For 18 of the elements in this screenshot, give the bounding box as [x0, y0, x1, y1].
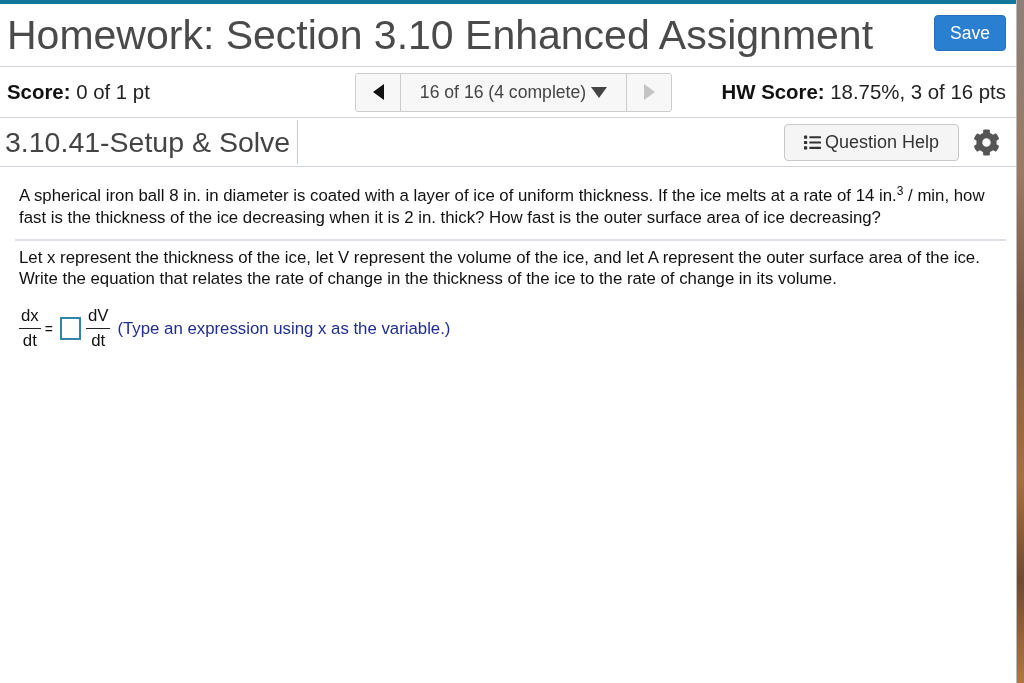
save-button[interactable]: Save — [934, 15, 1006, 51]
instruction-text: Let x represent the thickness of the ice, let V represent the volume of the ice, and let A represent the outer surface area of the ice. — [19, 247, 981, 268]
equals-sign: = — [44, 320, 53, 337]
hw-score-text: HW Score: 18.75%, 3 of 16 pts — [721, 80, 1006, 104]
problem-statement: A spherical iron ball 8 in. in diameter is coated with a layer of ice of uniform thickness. If the ice melts at a rate of 14 in.$^{3}$ / min, how fast is the thickness of the ice decreasing when it is 2 in. thick? How fast is the outer surface area of ice decreasing? — [19, 185, 986, 229]
question-title: 3.10.41-Setup & Solve — [5, 120, 299, 164]
instruction-text: Write the equation that relates the rate of change in the thickness of the ice to the rate of change in its volume. — [19, 268, 838, 289]
hint-text: (Type an expression using x as the variable.) — [117, 318, 451, 339]
fraction-denominator: dt — [22, 330, 37, 350]
question-help-button[interactable]: Question Help — [784, 123, 959, 161]
answer-box[interactable] — [59, 317, 81, 340]
settings-icon[interactable] — [973, 128, 1000, 156]
fraction-denominator: dt — [91, 330, 106, 350]
list-icon — [803, 133, 821, 151]
score-text: Score: 0 of 1 pt — [7, 80, 150, 104]
fraction-numerator: dx — [19, 307, 41, 329]
page-title: Homework: Section 3.10 Enhanced Assignment — [7, 12, 874, 58]
fraction-numerator: dV — [85, 307, 111, 329]
